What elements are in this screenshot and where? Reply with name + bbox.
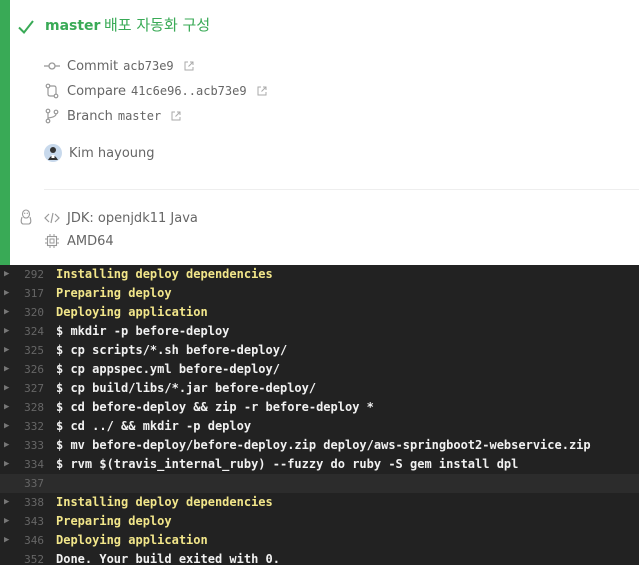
branch-label: Branch: [67, 108, 113, 124]
log-text: Done. Your build exited with 0.: [56, 552, 280, 565]
language-info: JDK: openjdk11 Java: [44, 208, 198, 228]
log-line[interactable]: ▶ 338 Installing deploy dependencies: [0, 493, 639, 512]
log-text: Preparing deploy: [56, 286, 172, 300]
line-number[interactable]: 332: [14, 417, 44, 436]
commit-link[interactable]: Commit acb73e9: [44, 56, 194, 76]
commit-icon: [44, 58, 60, 74]
line-number[interactable]: 328: [14, 398, 44, 417]
line-number[interactable]: 326: [14, 360, 44, 379]
compare-icon: [44, 83, 60, 99]
fold-arrow-icon[interactable]: ▶: [4, 512, 9, 531]
fold-arrow-icon[interactable]: ▶: [4, 436, 9, 455]
log-text: Installing deploy dependencies: [56, 495, 273, 509]
log-text: $ cp scripts/*.sh before-deploy/: [56, 343, 288, 357]
log-line[interactable]: ▶ 324 $ mkdir -p before-deploy: [0, 322, 639, 341]
external-link-icon: [171, 111, 181, 121]
arch-info: AMD64: [44, 231, 114, 251]
log-line[interactable]: ▶ 326 $ cp appspec.yml before-deploy/: [0, 360, 639, 379]
log-text: $ cp appspec.yml before-deploy/: [56, 362, 280, 376]
line-number[interactable]: 292: [14, 265, 44, 284]
line-number[interactable]: 320: [14, 303, 44, 322]
branch-name[interactable]: master: [45, 16, 100, 36]
log-text: $ mv before-deploy/before-deploy.zip dep…: [56, 438, 591, 452]
compare-link[interactable]: Compare 41c6e96..acb73e9: [44, 81, 267, 101]
build-header: master 배포 자동화 구성 Commit acb73e9 Compare …: [0, 0, 639, 265]
log-line: 337: [0, 474, 639, 493]
log-text: Deploying application: [56, 533, 208, 547]
linux-icon: [19, 209, 33, 225]
log-text: Deploying application: [56, 305, 208, 319]
line-number[interactable]: 337: [14, 474, 44, 493]
branch-value: master: [117, 109, 162, 123]
line-number[interactable]: 346: [14, 531, 44, 550]
language-label: JDK: openjdk11 Java: [67, 210, 198, 226]
fold-arrow-icon[interactable]: ▶: [4, 303, 9, 322]
log-line: 352 Done. Your build exited with 0.: [0, 550, 639, 565]
log-line[interactable]: ▶ 346 Deploying application: [0, 531, 639, 550]
commit-label: Commit: [67, 58, 119, 74]
compare-label: Compare: [67, 83, 126, 99]
log-line[interactable]: ▶ 317 Preparing deploy: [0, 284, 639, 303]
author[interactable]: Kim hayoung: [44, 143, 155, 163]
log-line[interactable]: ▶ 343 Preparing deploy: [0, 512, 639, 531]
fold-arrow-icon[interactable]: ▶: [4, 455, 9, 474]
log-text: $ rvm $(travis_internal_ruby) --fuzzy do…: [56, 457, 519, 471]
log-text: $ cd before-deploy && zip -r before-depl…: [56, 400, 374, 414]
external-link-icon: [184, 61, 194, 71]
fold-arrow-icon[interactable]: ▶: [4, 493, 9, 512]
fold-arrow-icon[interactable]: ▶: [4, 360, 9, 379]
branch-link[interactable]: Branch master: [44, 106, 181, 126]
fold-arrow-icon[interactable]: ▶: [4, 284, 9, 303]
log-line[interactable]: ▶ 320 Deploying application: [0, 303, 639, 322]
line-number[interactable]: 343: [14, 512, 44, 531]
line-number[interactable]: 327: [14, 379, 44, 398]
commit-message: 배포 자동화 구성: [104, 16, 211, 34]
fold-arrow-icon[interactable]: ▶: [4, 417, 9, 436]
line-number[interactable]: 317: [14, 284, 44, 303]
external-link-icon: [257, 86, 267, 96]
log-text: Preparing deploy: [56, 514, 172, 528]
log-line[interactable]: ▶ 327 $ cp build/libs/*.jar before-deploy/: [0, 379, 639, 398]
log-text: Installing deploy dependencies: [56, 267, 273, 281]
compare-range: 41c6e96..acb73e9: [130, 84, 247, 98]
log-line[interactable]: ▶ 328 $ cd before-deploy && zip -r before-…: [0, 398, 639, 417]
branch-icon: [44, 108, 60, 124]
arch-label: AMD64: [67, 233, 114, 249]
fold-arrow-icon[interactable]: ▶: [4, 379, 9, 398]
build-log[interactable]: ▶ 292 Installing deploy dependencies ▶ 317 Pr…: [0, 265, 639, 565]
commit-sha: acb73e9: [123, 59, 174, 73]
line-number[interactable]: 325: [14, 341, 44, 360]
code-icon: [44, 210, 60, 226]
log-line[interactable]: ▶ 292 Installing deploy dependencies: [0, 265, 639, 284]
fold-arrow-icon[interactable]: ▶: [4, 398, 9, 417]
line-number[interactable]: 338: [14, 493, 44, 512]
log-text: $ cp build/libs/*.jar before-deploy/: [56, 381, 317, 395]
fold-arrow-icon[interactable]: ▶: [4, 265, 9, 284]
log-line[interactable]: ▶ 332 $ cd ../ && mkdir -p deploy: [0, 417, 639, 436]
log-text: $ cd ../ && mkdir -p deploy: [56, 419, 252, 433]
line-number[interactable]: 333: [14, 436, 44, 455]
cpu-icon: [44, 233, 60, 249]
divider: [44, 189, 639, 190]
log-line[interactable]: ▶ 333 $ mv before-deploy/before-deploy.zip…: [0, 436, 639, 455]
fold-arrow-icon[interactable]: ▶: [4, 531, 9, 550]
build-status-bar: [0, 0, 10, 265]
line-number[interactable]: 352: [14, 550, 44, 565]
check-icon: [18, 20, 34, 35]
fold-arrow-icon[interactable]: ▶: [4, 322, 9, 341]
author-name: Kim hayoung: [69, 145, 155, 161]
line-number[interactable]: 324: [14, 322, 44, 341]
line-number[interactable]: 334: [14, 455, 44, 474]
avatar: [44, 144, 62, 162]
log-text: $ mkdir -p before-deploy: [56, 324, 230, 338]
fold-arrow-icon[interactable]: ▶: [4, 341, 9, 360]
log-line[interactable]: ▶ 325 $ cp scripts/*.sh before-deploy/: [0, 341, 639, 360]
log-line[interactable]: ▶ 334 $ rvm $(travis_internal_ruby) --fuzz…: [0, 455, 639, 474]
